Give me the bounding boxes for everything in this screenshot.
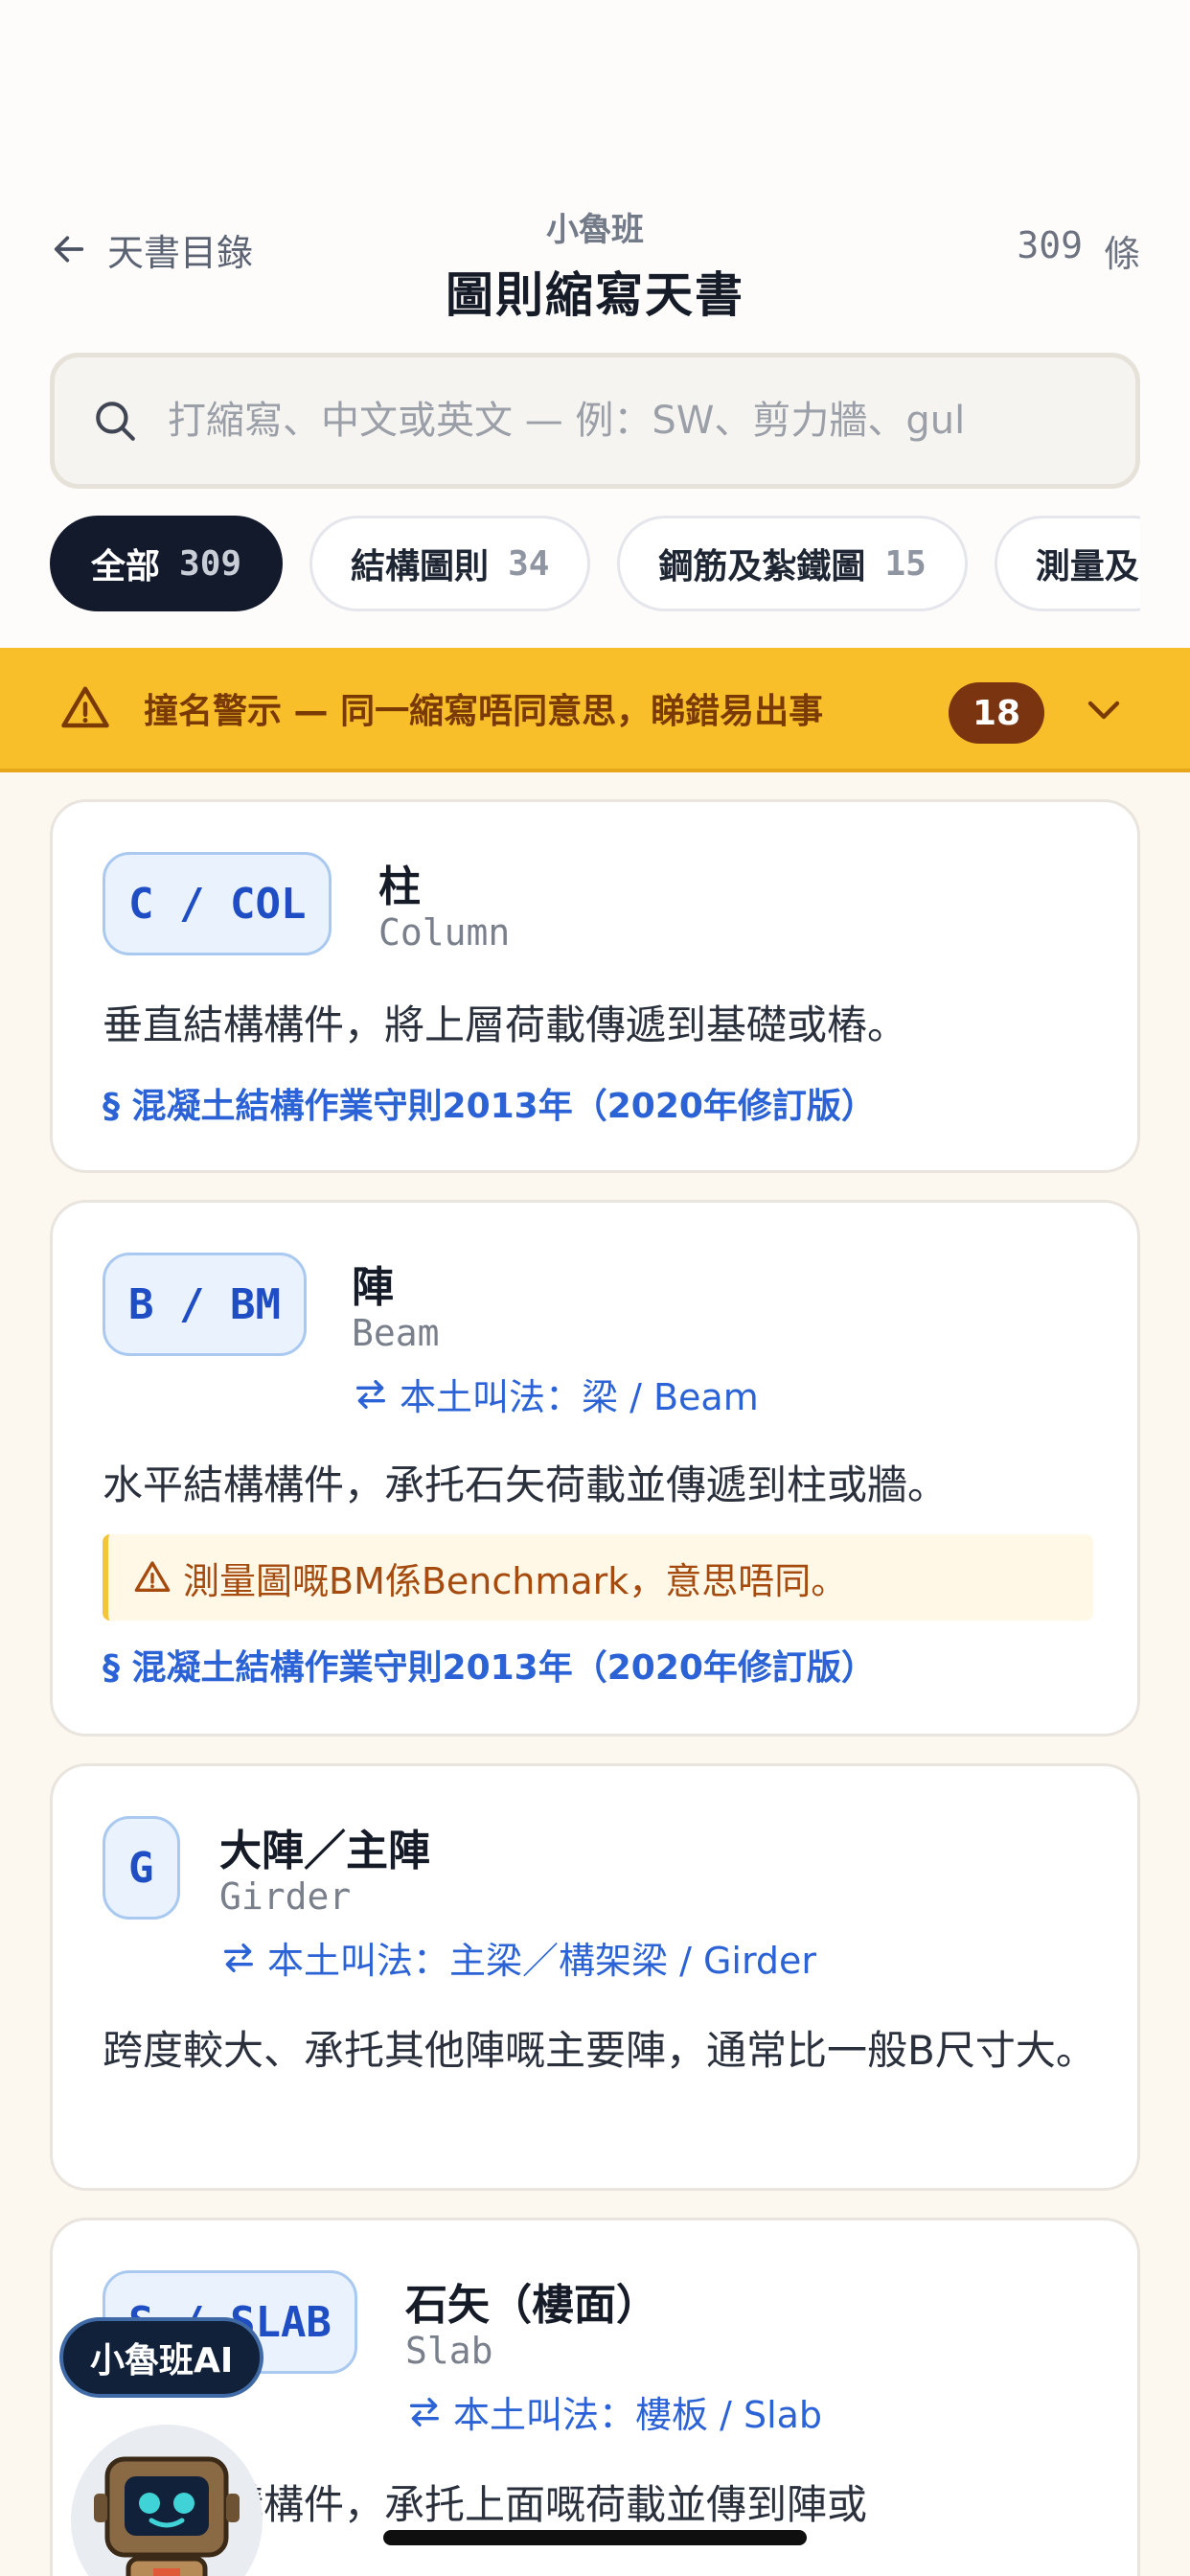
search-box[interactable] bbox=[50, 353, 1140, 489]
term-english: Column bbox=[378, 911, 511, 954]
filter-chip-count: 34 bbox=[508, 543, 550, 584]
term-english: Beam bbox=[352, 1312, 440, 1354]
filter-chip-label: 結構圖則 bbox=[351, 547, 490, 586]
warning-text: 撞名警示 — 同一縮寫唔同意思，睇錯易出事 bbox=[144, 692, 824, 731]
term-description: 水平結構構件，承托石矢荷載並傳遞到柱或牆。 bbox=[103, 1461, 949, 1508]
filter-chip-count: 309 bbox=[179, 543, 242, 584]
abbreviation-tag: C / COL bbox=[103, 852, 332, 955]
term-chinese: 柱 bbox=[378, 862, 421, 911]
local-name: 本土叫法：主梁／構架梁 / Girder bbox=[219, 1931, 816, 1984]
filter-chip-label: 測量及 bbox=[1035, 547, 1139, 586]
search-icon bbox=[96, 402, 135, 441]
local-name-text: 本土叫法：主梁／構架梁 / Girder bbox=[267, 1940, 817, 1982]
term-description: 跨度較大、承托其他陣嘅主要陣，通常比一般B尺寸大。 bbox=[103, 2027, 1096, 2074]
term-chinese: 石矢（樓面） bbox=[405, 2281, 658, 2330]
total-count-value: 309 bbox=[1017, 224, 1083, 266]
total-count: 309 條 bbox=[1017, 224, 1140, 277]
local-name: 本土叫法：梁 / Beam bbox=[352, 1368, 759, 1420]
term-chinese: 大陣／主陣 bbox=[219, 1827, 430, 1875]
swap-icon bbox=[224, 1943, 253, 1972]
swap-icon bbox=[356, 1379, 385, 1409]
term-english: Slab bbox=[405, 2330, 493, 2372]
filter-chip-rebar[interactable]: 鋼筋及紮鐵圖 15 bbox=[617, 516, 968, 611]
abbreviation-tag: B / BM bbox=[103, 1253, 307, 1356]
filter-chip-label: 鋼筋及紮鐵圖 bbox=[658, 547, 866, 586]
local-name-text: 本土叫法：梁 / Beam bbox=[400, 1376, 759, 1418]
entry-card[interactable]: G 大陣／主陣 Girder 本土叫法：主梁／構架梁 / Girder 跨度較大… bbox=[50, 1763, 1140, 2191]
page-title: 圖則縮寫天書 bbox=[446, 267, 744, 323]
abbreviation-tag: G bbox=[103, 1816, 180, 1920]
term-chinese: 陣 bbox=[352, 1263, 394, 1312]
warning-icon bbox=[59, 682, 111, 734]
category-filter-bar: 全部 309 結構圖則 34 鋼筋及紮鐵圖 15 測量及 bbox=[50, 516, 1140, 611]
total-count-unit: 條 bbox=[1103, 233, 1140, 275]
search-input[interactable] bbox=[168, 399, 1068, 443]
filter-chip-count: 15 bbox=[884, 543, 927, 584]
ai-assistant-button[interactable]: 小魯班AI bbox=[59, 2317, 264, 2398]
term-description: 垂直結構構件，將上層荷載傳遞到基礎或樁。 bbox=[103, 1001, 908, 1048]
term-english: Girder bbox=[219, 1875, 352, 1918]
chevron-down-icon[interactable] bbox=[1081, 686, 1127, 732]
local-name: 本土叫法：樓板 / Slab bbox=[405, 2385, 822, 2438]
warning-icon bbox=[134, 1561, 171, 1592]
swap-icon bbox=[410, 2397, 439, 2426]
warning-count-badge: 18 bbox=[949, 682, 1044, 744]
entry-card[interactable]: C / COL 柱 Column 垂直結構構件，將上層荷載傳遞到基礎或樁。 § … bbox=[50, 799, 1140, 1173]
code-reference-link[interactable]: § 混凝土結構作業守則2013年（2020年修訂版） bbox=[103, 1078, 876, 1128]
filter-chip-survey[interactable]: 測量及 bbox=[994, 516, 1140, 611]
filter-chip-structural[interactable]: 結構圖則 34 bbox=[309, 516, 591, 611]
local-name-text: 本土叫法：樓板 / Slab bbox=[453, 2394, 823, 2436]
home-indicator bbox=[383, 2530, 807, 2545]
name-clash-warning-banner[interactable]: 撞名警示 — 同一縮寫唔同意思，睇錯易出事 18 bbox=[0, 648, 1190, 772]
entry-card[interactable]: B / BM 陣 Beam 本土叫法：梁 / Beam 水平結構構件，承托石矢荷… bbox=[50, 1200, 1140, 1736]
filter-chip-label: 全部 bbox=[91, 547, 161, 586]
code-reference-link[interactable]: § 混凝土結構作業守則2013年（2020年修訂版） bbox=[103, 1640, 876, 1690]
clash-note-text: 測量圖嘅BM係Benchmark，意思唔同。 bbox=[183, 1559, 848, 1602]
clash-note: 測量圖嘅BM係Benchmark，意思唔同。 bbox=[103, 1534, 1093, 1621]
filter-chip-all[interactable]: 全部 309 bbox=[50, 516, 284, 611]
top-header: 天書目錄 小魯班 圖則縮寫天書 309 條 全部 309 結構圖則 34 鋼筋及… bbox=[0, 0, 1190, 648]
app-screen: 天書目錄 小魯班 圖則縮寫天書 309 條 全部 309 結構圖則 34 鋼筋及… bbox=[0, 0, 1190, 2576]
app-brand: 小魯班 bbox=[546, 211, 644, 249]
